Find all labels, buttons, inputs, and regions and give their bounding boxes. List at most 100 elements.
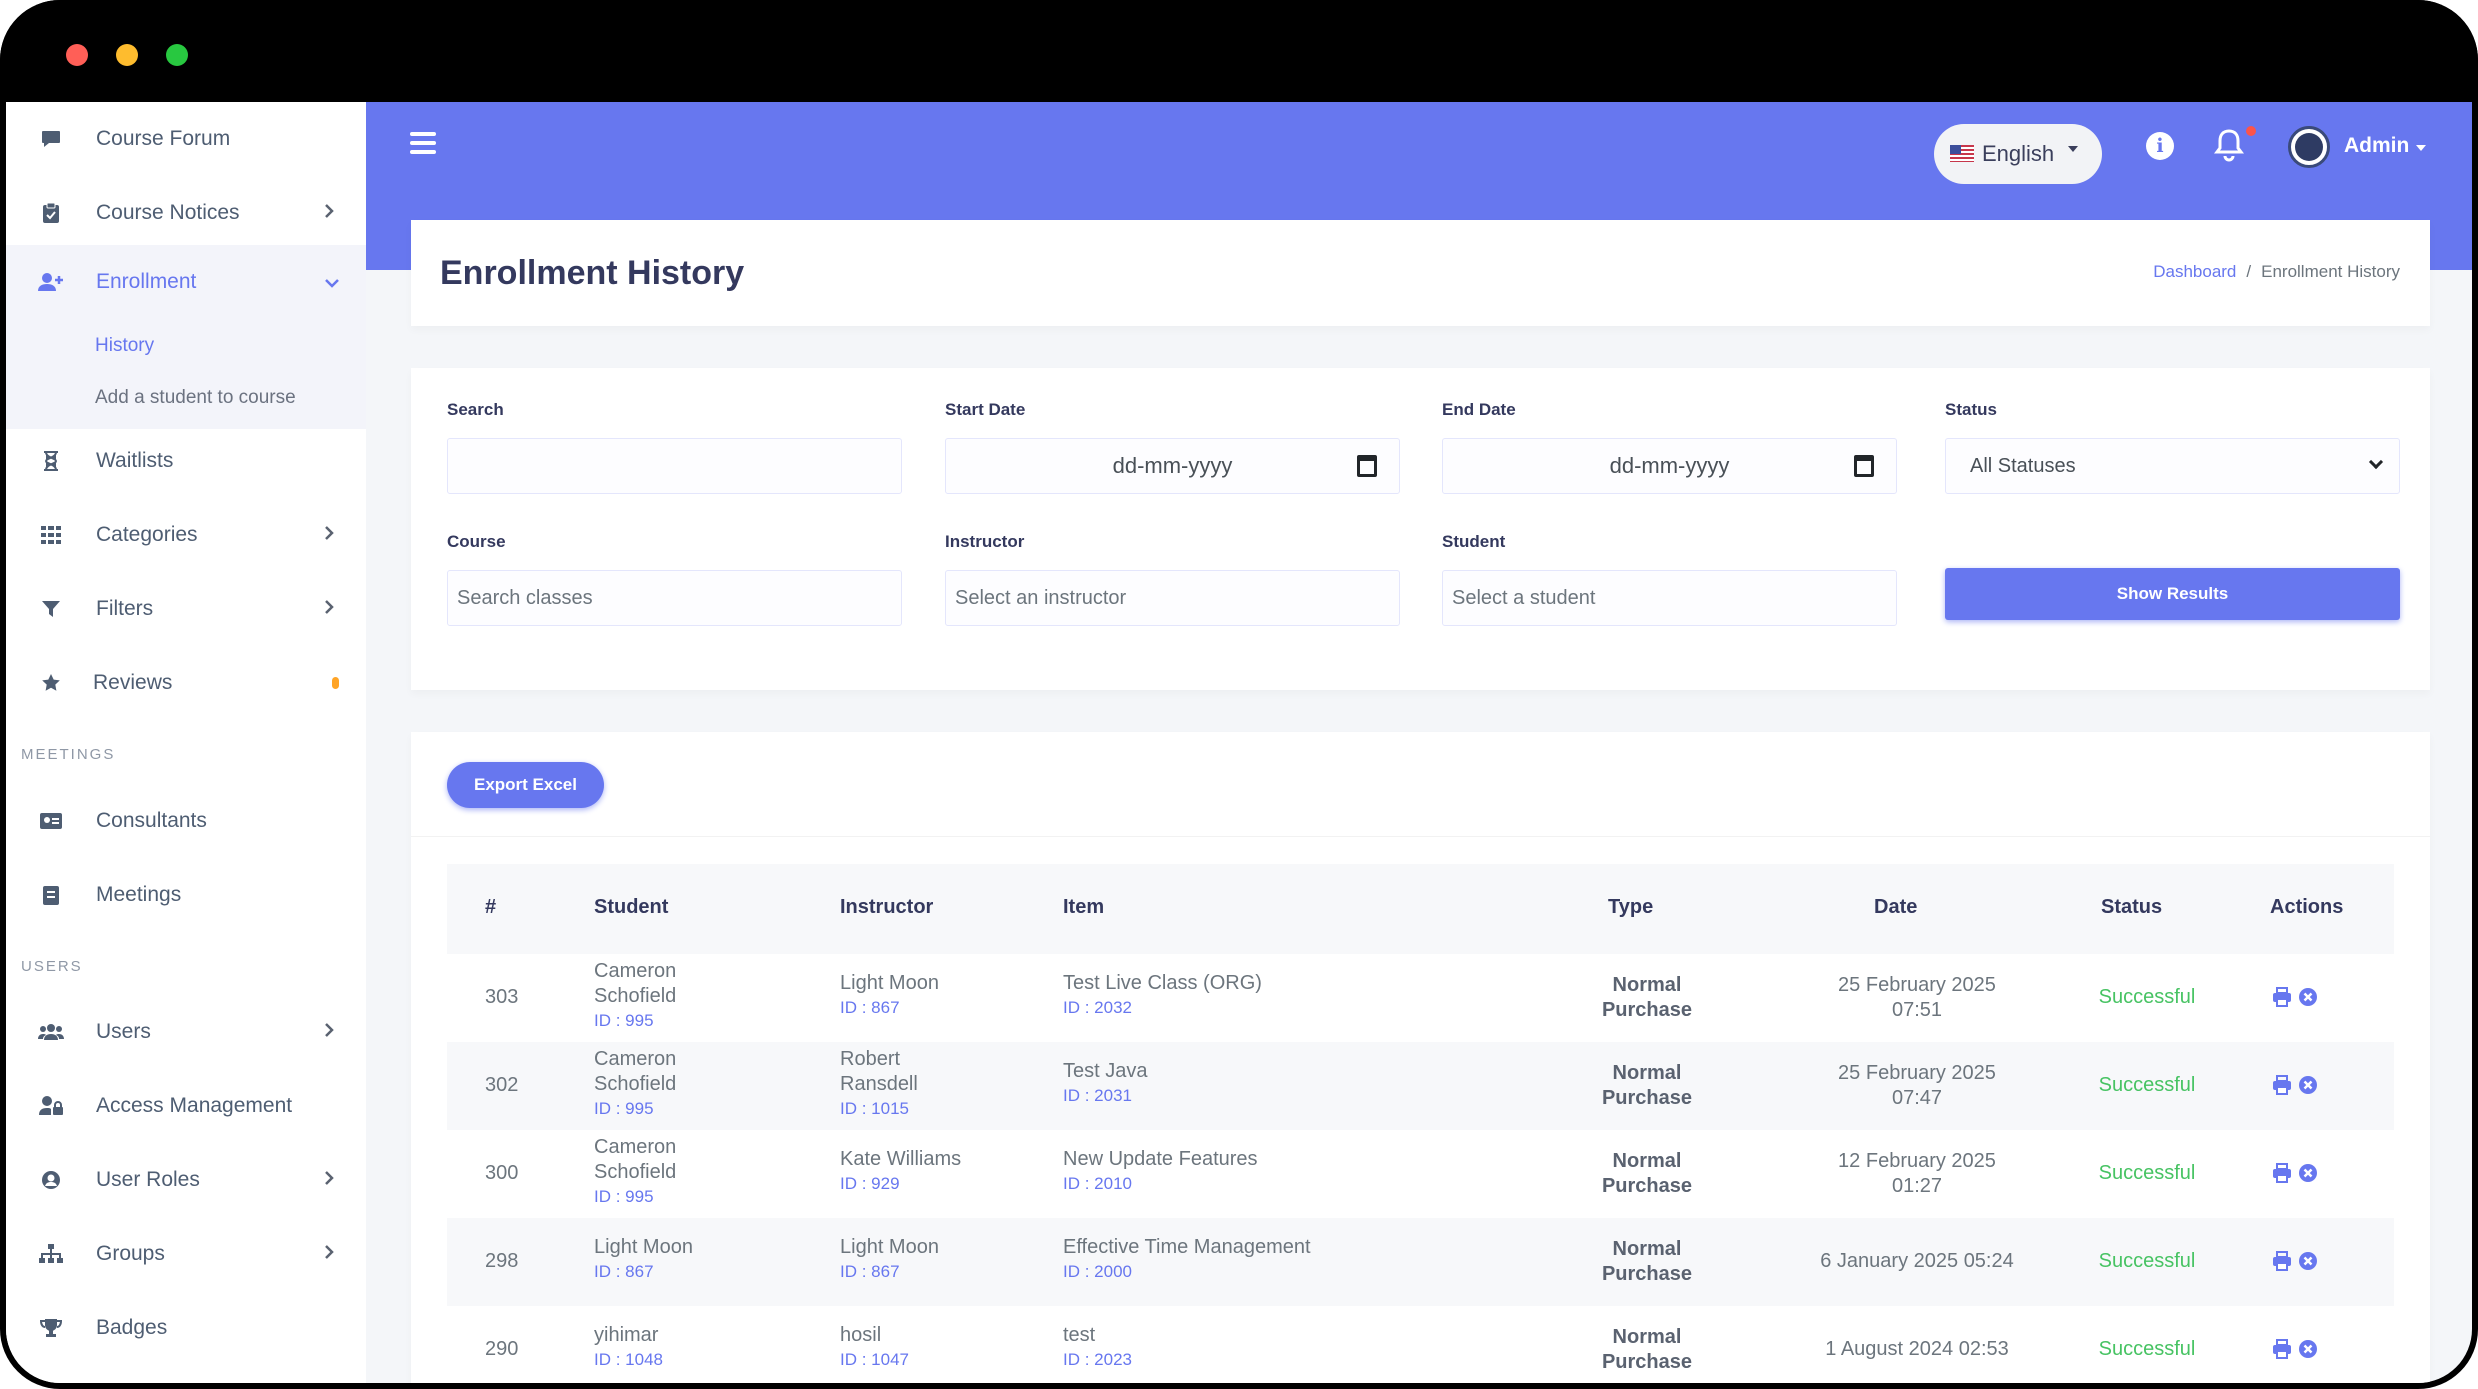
breadcrumb-dashboard-link[interactable]: Dashboard [2153,262,2236,281]
instructor-cell: Kate Williams ID : 929 [840,1147,961,1196]
type-cell: Normal Purchase [1547,973,1747,1023]
us-flag-icon [1950,145,1974,162]
column-header-item[interactable]: Item [1063,896,1104,919]
cancel-icon[interactable] [2298,1075,2318,1095]
sidebar-item-label: Badges [96,1316,168,1339]
table-row: 302 Cameron Schofield ID : 995 Robert Ra… [447,1042,2394,1130]
sidebar-item-users[interactable]: Users [6,995,366,1069]
type-cell: Normal Purchase [1547,1061,1747,1111]
status-select[interactable]: All Statuses [1945,438,2400,494]
print-icon[interactable] [2272,1251,2292,1271]
cancel-icon[interactable] [2298,1163,2318,1183]
sidebar-item-meetings[interactable]: Meetings [6,858,366,932]
info-icon[interactable]: i [2146,132,2174,160]
column-header-date[interactable]: Date [1874,896,1917,919]
print-icon[interactable] [2272,1075,2292,1095]
bell-icon[interactable] [2214,128,2244,162]
export-excel-button[interactable]: Export Excel [447,762,604,808]
student-name-line: Light Moon [594,1236,693,1258]
instructor-id: ID : 867 [840,998,900,1017]
column-header-student[interactable]: Student [594,896,668,919]
sidebar-item-reviews[interactable]: Reviews [6,646,366,720]
sidebar-item-label: Enrollment [96,270,197,293]
chevron-down-icon [324,271,340,294]
sidebar-item-groups[interactable]: Groups [6,1217,366,1291]
breadcrumb: Dashboard / Enrollment History [2153,262,2400,281]
column-header-status[interactable]: Status [2101,896,2162,919]
search-input[interactable] [447,438,902,494]
date-cell: 1 August 2024 02:53 [1787,1337,2047,1362]
sidebar-subitem-history[interactable]: History [95,335,154,357]
student-name-line: yihimar [594,1324,659,1346]
row-number: 303 [485,986,519,1008]
sidebar-item-access-management[interactable]: Access Management [6,1069,366,1143]
print-icon[interactable] [2272,987,2292,1007]
instructor-name-line: Light Moon [840,972,939,994]
instructor-cell: hosil ID : 1047 [840,1323,909,1372]
avatar[interactable] [2288,126,2330,168]
row-number: 290 [485,1338,519,1360]
calendar-icon[interactable] [1357,455,1377,477]
instructor-name-line: Light Moon [840,1236,939,1258]
cancel-icon[interactable] [2298,1251,2318,1271]
chevron-right-icon [324,524,334,547]
type-line: Purchase [1601,1087,1693,1109]
sidebar-item-filters[interactable]: Filters [6,572,366,646]
show-results-button[interactable]: Show Results [1945,568,2400,620]
instructor-cell: Light Moon ID : 867 [840,971,939,1020]
student-name-line: Schofield [594,1161,677,1183]
calendar-icon[interactable] [1854,455,1874,477]
language-dropdown[interactable]: English [1934,124,2102,184]
sidebar-item-course-notices[interactable]: Course Notices [6,176,366,250]
end-date-placeholder: dd-mm-yyyy [1609,453,1730,478]
filter-icon [38,596,64,622]
menu-toggle-icon[interactable] [410,132,436,154]
sidebar-item-categories[interactable]: Categories [6,498,366,572]
student-name-line: Cameron [594,1048,677,1070]
status-badge: Successful [2098,1074,2196,1096]
sidebar-item-waitlists[interactable]: Waitlists [6,424,366,498]
type-line: Normal [1612,1326,1682,1348]
type-line: Normal [1612,1150,1682,1172]
sidebar-item-badges[interactable]: Badges [6,1291,366,1365]
date-line: 12 February 2025 [1838,1150,1996,1172]
print-icon[interactable] [2272,1163,2292,1183]
maximize-window-button[interactable] [166,44,188,66]
sidebar-item-course-forum[interactable]: Course Forum [6,102,366,176]
minimize-window-button[interactable] [116,44,138,66]
sidebar-item-user-roles[interactable]: User Roles [6,1143,366,1217]
print-icon[interactable] [2272,1339,2292,1359]
sidebar-item-label: Access Management [96,1094,293,1117]
grid-icon [38,522,64,548]
student-select[interactable]: Select a student [1442,570,1897,626]
page-header-card: Enrollment History Dashboard / Enrollment … [411,220,2430,326]
item-cell: Test Java ID : 2031 [1063,1059,1147,1108]
cancel-icon[interactable] [2298,1339,2318,1359]
instructor-id: ID : 867 [840,1262,900,1281]
type-line: Normal [1612,1238,1682,1260]
column-header-instructor[interactable]: Instructor [840,896,933,919]
instructor-select[interactable]: Select an instructor [945,570,1400,626]
sidebar-item-enrollment[interactable]: Enrollment [6,245,366,319]
search-label: Search [447,400,504,419]
student-label: Student [1442,532,1506,551]
course-select[interactable]: Search classes [447,570,902,626]
sidebar-subitem-add-student[interactable]: Add a student to course [95,387,296,409]
instructor-label: Instructor [945,532,1025,551]
type-line: Normal [1612,974,1682,996]
caret-down-icon[interactable] [2416,145,2426,151]
page-title: Enrollment History [440,254,745,292]
user-name[interactable]: Admin [2344,134,2409,158]
end-date-input[interactable]: dd-mm-yyyy [1442,438,1897,494]
column-header-type[interactable]: Type [1608,896,1653,919]
notification-dot [2246,126,2256,136]
caret-down-icon [2068,146,2078,152]
start-date-input[interactable]: dd-mm-yyyy [945,438,1400,494]
close-window-button[interactable] [66,44,88,66]
status-badge: Successful [2098,1250,2196,1272]
type-line: Purchase [1601,999,1693,1021]
cancel-icon[interactable] [2298,987,2318,1007]
sidebar-item-consultants[interactable]: Consultants [6,784,366,858]
instructor-id: ID : 1015 [840,1099,909,1118]
date-line: 6 January 2025 05:24 [1820,1250,2014,1272]
